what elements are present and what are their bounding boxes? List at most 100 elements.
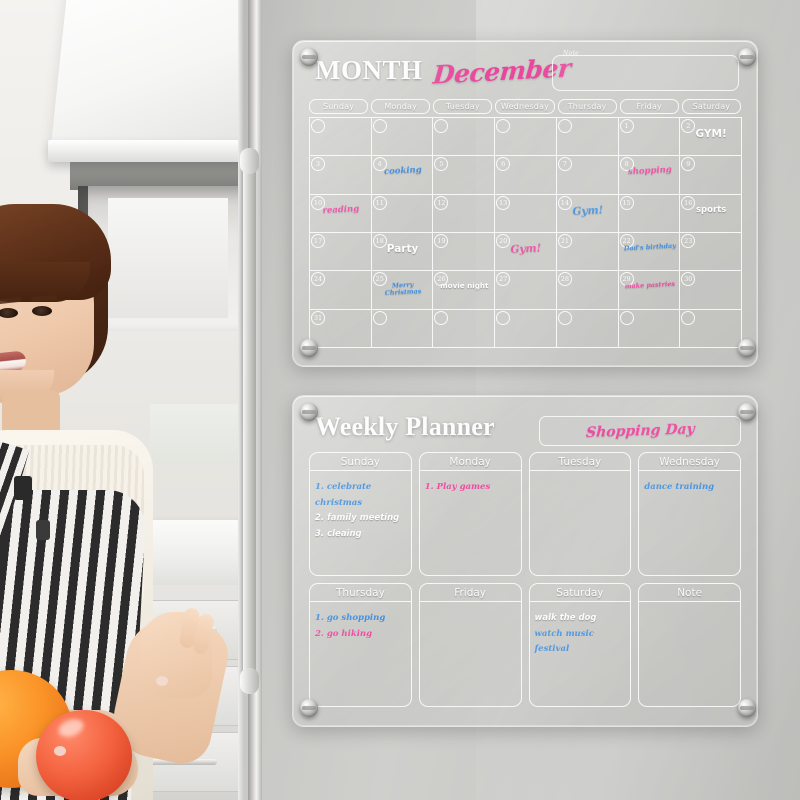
calendar-entry: Party <box>386 242 419 255</box>
calendar-day-cell[interactable]: 24 <box>310 271 372 310</box>
weekly-cell-thursday[interactable]: Thursday 1. go shopping 2. go hiking <box>309 583 412 707</box>
day-number: 19 <box>434 233 449 248</box>
day-number <box>434 119 449 133</box>
calendar-day-cell[interactable]: 30 <box>680 271 742 310</box>
calendar-day-cell[interactable]: 4 cooking <box>371 156 434 195</box>
calendar-day-cell[interactable]: 8 shopping <box>618 156 681 195</box>
calendar-entry: Dad's birthday <box>623 241 676 253</box>
weekly-task-line: walk the dog <box>534 613 597 623</box>
weekly-cell-header: Monday <box>419 453 521 471</box>
weekly-cell-note[interactable]: Note <box>638 583 741 707</box>
day-number <box>619 310 634 325</box>
eye <box>32 306 52 316</box>
calendar-day-cell[interactable] <box>310 118 372 157</box>
day-number: 31 <box>311 310 325 325</box>
calendar-day-cell[interactable]: 18 Party <box>371 232 434 272</box>
calendar-day-cell[interactable]: 27 <box>495 271 557 310</box>
calendar-day-cell[interactable] <box>371 309 434 348</box>
calendar-day-cell[interactable]: 28 <box>556 271 619 310</box>
day-number: 17 <box>311 233 325 248</box>
day-number: 6 <box>496 157 511 172</box>
weekly-cell-body[interactable]: 1. Play games <box>420 470 521 575</box>
screw-icon <box>738 48 756 66</box>
calendar-day-cell[interactable]: 6 <box>495 156 557 195</box>
weekly-planner-board[interactable]: Weekly Planner Shopping Day Sunday 1. cel… <box>292 395 758 727</box>
weekly-cell-header: Thursday <box>310 584 411 602</box>
calendar-day-cell[interactable]: 20 Gym! <box>495 232 557 272</box>
calendar-day-cell[interactable]: 13 <box>495 194 557 233</box>
calendar-day-cell[interactable]: 21 <box>556 232 619 272</box>
note-label: Note <box>563 50 580 57</box>
calendar-day-cell[interactable]: 7 <box>556 156 619 195</box>
calendar-day-cell[interactable] <box>495 118 557 157</box>
calendar-day-cell[interactable]: 12 <box>433 194 496 233</box>
calendar-day-cell[interactable]: 5 <box>433 156 496 195</box>
weekly-cell-body[interactable] <box>530 470 631 575</box>
screw-icon <box>738 403 756 421</box>
day-number: 1 <box>619 119 634 133</box>
day-number: 3 <box>311 157 325 172</box>
day-number: 23 <box>681 233 696 248</box>
weekly-cell-body[interactable]: dance training <box>639 470 740 575</box>
apron-clip <box>36 520 50 540</box>
monthly-calendar-board[interactable]: MONTH December Note Sunday Monday Tuesday W… <box>292 40 758 367</box>
calendar-day-cell[interactable]: 10 reading <box>310 194 372 233</box>
calendar-day-cell[interactable]: 14 Gym! <box>556 194 619 233</box>
weekday-pill-sunday: Sunday <box>309 99 369 114</box>
weekly-cell-friday[interactable]: Friday <box>418 583 522 707</box>
calendar-day-cell[interactable] <box>556 118 619 157</box>
weekly-cell-wednesday[interactable]: Wednesday dance training <box>638 452 741 576</box>
calendar-day-cell[interactable]: 29 make pastries <box>618 271 681 310</box>
calendar-entry: movie night <box>440 281 489 291</box>
calendar-day-cell[interactable]: 17 <box>310 232 372 272</box>
calendar-day-cell[interactable]: 26 movie night <box>433 271 496 310</box>
calendar-day-cell[interactable] <box>371 118 434 157</box>
weekly-note-box[interactable]: Shopping Day <box>539 416 741 446</box>
weekly-cell-sunday[interactable]: Sunday 1. celebrate christmas 2. family mee… <box>309 452 412 576</box>
weekly-cell-body[interactable]: walk the dog watch music festival <box>530 601 631 706</box>
calendar-day-cell[interactable]: 19 <box>433 232 496 272</box>
day-number: 15 <box>619 195 634 210</box>
day-number <box>557 119 572 133</box>
weekly-cell-body[interactable] <box>420 601 521 706</box>
calendar-day-cell[interactable]: 23 <box>680 232 742 272</box>
calendar-day-cell[interactable]: 1 <box>618 118 681 157</box>
month-name-handwriting: December <box>431 53 572 90</box>
weekly-grid: Sunday 1. celebrate christmas 2. family mee… <box>309 452 741 707</box>
calendar-day-cell[interactable] <box>433 309 496 348</box>
calendar-day-cell[interactable] <box>433 118 496 157</box>
calendar-day-cell[interactable]: 22 Dad's birthday <box>618 232 681 272</box>
screw-icon <box>738 699 756 717</box>
calendar-entry: GYM! <box>695 128 727 140</box>
apron-clip <box>14 476 32 500</box>
weekly-cell-tuesday[interactable]: Tuesday <box>528 452 632 576</box>
calendar-day-cell[interactable] <box>556 309 619 348</box>
day-number: 11 <box>372 195 387 210</box>
calendar-day-cell[interactable] <box>618 309 681 348</box>
fridge-handle[interactable] <box>243 160 256 680</box>
month-header: MONTH December <box>315 53 572 90</box>
month-note-box[interactable]: Note <box>552 50 739 91</box>
day-number: 13 <box>496 195 511 210</box>
calendar-day-cell[interactable] <box>680 309 742 348</box>
calendar-day-cell[interactable] <box>495 309 557 348</box>
calendar-day-cell[interactable]: 11 <box>371 194 434 233</box>
calendar-day-cell[interactable]: 25 Merry Christmas <box>371 271 434 310</box>
weekly-cell-body[interactable]: 1. celebrate christmas 2. family meeting 3.… <box>310 470 411 575</box>
weekly-cell-body[interactable]: 1. go shopping 2. go hiking <box>310 601 411 706</box>
calendar-day-cell[interactable]: 9 <box>680 156 742 195</box>
calendar-day-cell[interactable]: 15 <box>618 194 681 233</box>
weekly-cell-header: Saturday <box>529 584 631 602</box>
calendar-day-cell[interactable]: 3 <box>310 156 372 195</box>
weekly-cell-saturday[interactable]: Saturday walk the dog watch music festival <box>528 583 632 707</box>
calendar-day-cell[interactable]: 31 <box>310 309 372 348</box>
calendar-day-cell[interactable]: 2 GYM! <box>680 118 742 157</box>
day-number: 28 <box>557 272 572 287</box>
weekly-cell-monday[interactable]: Monday 1. Play games <box>418 452 522 576</box>
day-number: 9 <box>681 157 696 172</box>
calendar-entry: make pastries <box>624 280 675 291</box>
day-number <box>434 310 449 325</box>
weekly-cell-body[interactable] <box>639 601 740 706</box>
weekly-task-line: christmas <box>315 497 363 508</box>
calendar-day-cell[interactable]: 16 sports <box>680 194 742 233</box>
